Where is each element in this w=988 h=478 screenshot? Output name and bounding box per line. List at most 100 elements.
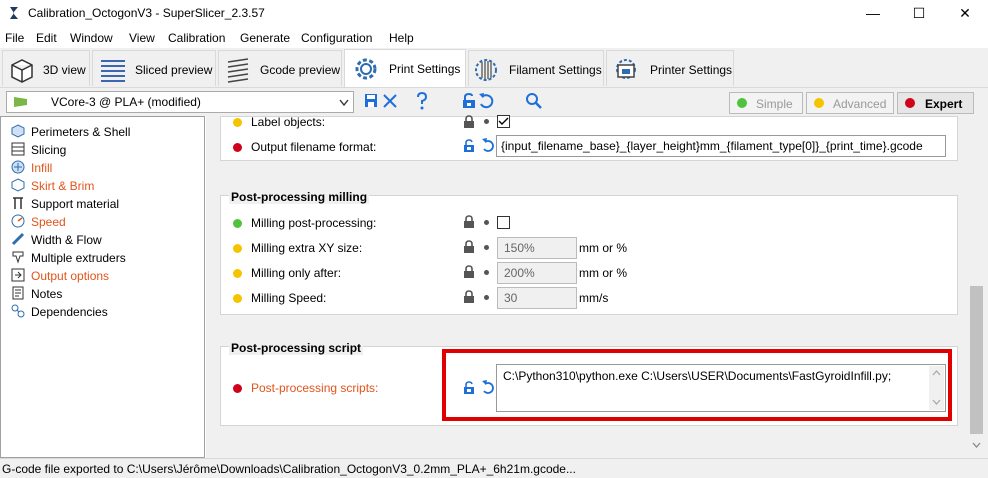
- sidebar-item-label: Multiple extruders: [31, 251, 126, 265]
- red-dot-icon: [233, 143, 242, 152]
- unit-label: mm or %: [579, 241, 627, 255]
- content-scrollbar[interactable]: [968, 116, 985, 458]
- green-dot-icon: [233, 219, 242, 228]
- width-flow-icon: [11, 232, 25, 246]
- sidebar-item-label: Support material: [31, 197, 120, 211]
- tab-label: Printer Settings: [650, 63, 733, 77]
- tab-3d-view[interactable]: 3D view: [2, 50, 90, 86]
- milling-post-processing-label: Milling post-processing:: [251, 216, 377, 230]
- delete-icon[interactable]: [382, 93, 398, 109]
- mode-simple-button[interactable]: Simple: [729, 92, 803, 114]
- bullet-icon: [484, 245, 489, 250]
- sidebar-item-label: Dependencies: [31, 305, 108, 319]
- sidebar-item-label: Width & Flow: [31, 233, 102, 247]
- bullet-icon: [484, 220, 489, 225]
- flag-icon: [14, 97, 27, 107]
- mode-advanced-button[interactable]: Advanced: [806, 92, 894, 114]
- menu-bar: File Edit Window View Calibration Genera…: [0, 28, 988, 48]
- menu-configuration[interactable]: Configuration: [301, 31, 372, 45]
- menu-calibration[interactable]: Calibration: [168, 31, 225, 45]
- menu-window[interactable]: Window: [70, 31, 113, 45]
- red-dot-icon: [233, 384, 242, 393]
- mode-label: Advanced: [833, 97, 887, 111]
- printer-icon: [616, 59, 636, 79]
- output-icon: [11, 268, 25, 282]
- gear-icon: [355, 58, 377, 80]
- lock-icon: [464, 290, 474, 303]
- yellow-dot-icon: [233, 244, 242, 253]
- menu-view[interactable]: View: [129, 31, 155, 45]
- cube-icon: [11, 59, 33, 83]
- tab-gcode-preview[interactable]: Gcode preview: [218, 50, 342, 86]
- preset-value: VCore-3 @ PLA+ (modified): [51, 95, 201, 109]
- perimeters-icon: [11, 124, 25, 138]
- milling-post-processing-checkbox[interactable]: [497, 216, 510, 229]
- status-bar: G-code file exported to C:\Users\Jérôme\…: [0, 458, 988, 478]
- help-icon[interactable]: [416, 92, 428, 110]
- settings-content: Label objects: Output filename format: {…: [206, 115, 988, 458]
- menu-generate[interactable]: Generate: [240, 31, 290, 45]
- milling-extra-xy-input[interactable]: 150%: [497, 237, 577, 259]
- tab-label: Sliced preview: [135, 63, 213, 77]
- scrollbar-thumb[interactable]: [970, 286, 983, 434]
- label-objects-checkbox[interactable]: [497, 115, 510, 128]
- title-bar: Calibration_OctogonV3 - SuperSlicer_2.3.…: [0, 0, 988, 26]
- search-icon[interactable]: [525, 92, 543, 110]
- tab-printer-settings[interactable]: Printer Settings: [606, 50, 734, 86]
- tab-bar: 3D view Sliced preview Gcode preview Pri…: [0, 48, 988, 88]
- milling-extra-xy-label: Milling extra XY size:: [251, 241, 363, 255]
- minimize-button[interactable]: —: [850, 0, 896, 26]
- chevron-down-icon[interactable]: [972, 442, 981, 448]
- milling-only-after-input[interactable]: 200%: [497, 262, 577, 284]
- tab-label: Gcode preview: [260, 63, 341, 77]
- highlight-box: [442, 349, 952, 421]
- lock-open-icon[interactable]: [462, 93, 476, 109]
- sidebar-item-label: Perimeters & Shell: [31, 125, 131, 139]
- tab-label: Filament Settings: [509, 63, 602, 77]
- milling-speed-input[interactable]: 30: [497, 287, 577, 309]
- unit-label: mm or %: [579, 266, 627, 280]
- milling-speed-label: Milling Speed:: [251, 291, 327, 305]
- filename-format-input[interactable]: {input_filename_base}_{layer_height}mm_{…: [496, 135, 946, 157]
- filename-format-label: Output filename format:: [251, 140, 377, 154]
- preset-select[interactable]: VCore-3 @ PLA+ (modified): [6, 91, 354, 113]
- layers-icon: [101, 60, 125, 82]
- sidebar-item-label: Speed: [31, 215, 66, 229]
- reset-icon[interactable]: [481, 138, 495, 154]
- support-icon: [13, 197, 23, 209]
- tab-print-settings[interactable]: Print Settings: [344, 49, 466, 87]
- settings-sidebar: Perimeters & Shell Slicing Infill Skirt …: [0, 116, 205, 458]
- post-processing-scripts-label: Post-processing scripts:: [251, 381, 379, 395]
- maximize-button[interactable]: ☐: [896, 0, 942, 26]
- infill-icon: [11, 160, 25, 174]
- yellow-dot-icon: [233, 294, 242, 303]
- sidebar-item-label: Notes: [31, 287, 63, 301]
- mode-label: Simple: [756, 97, 793, 111]
- milling-group: Post-processing milling Milling post-pro…: [220, 190, 958, 315]
- tab-sliced-preview[interactable]: Sliced preview: [92, 50, 216, 86]
- app-logo-icon: [10, 7, 18, 19]
- close-button[interactable]: ✕: [942, 0, 988, 26]
- lock-open-icon[interactable]: [463, 139, 475, 153]
- sidebar-item-label: Skirt & Brim: [31, 179, 95, 193]
- yellow-dot-icon: [814, 98, 824, 108]
- bullet-icon: [484, 295, 489, 300]
- menu-help[interactable]: Help: [389, 31, 414, 45]
- tab-filament-settings[interactable]: Filament Settings: [468, 50, 604, 86]
- script-group-title: Post-processing script: [229, 341, 364, 355]
- label-objects-label: Label objects:: [251, 115, 326, 129]
- lock-icon: [464, 265, 474, 278]
- mode-expert-button[interactable]: Expert: [897, 92, 974, 114]
- menu-edit[interactable]: Edit: [36, 31, 57, 45]
- milling-group-title: Post-processing milling: [229, 190, 370, 204]
- chevron-down-icon: [339, 99, 349, 107]
- slicing-icon: [11, 142, 25, 156]
- sidebar-item-label: Output options: [31, 269, 110, 283]
- sidebar-item-label: Slicing: [31, 143, 67, 157]
- skirt-brim-icon: [11, 178, 25, 192]
- reset-icon[interactable]: [478, 92, 494, 110]
- green-dot-icon: [737, 98, 747, 108]
- menu-file[interactable]: File: [5, 31, 24, 45]
- save-icon[interactable]: [364, 93, 378, 109]
- lock-icon: [464, 115, 474, 128]
